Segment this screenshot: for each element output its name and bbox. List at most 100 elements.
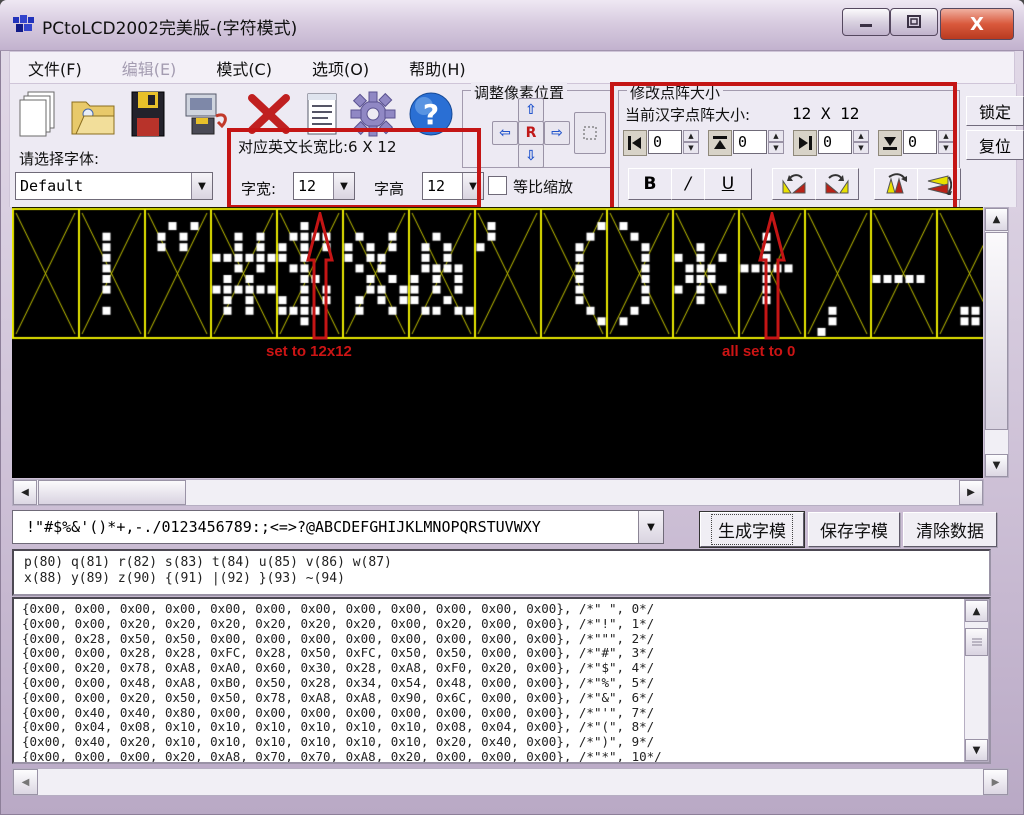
chevron-down-icon[interactable]: ▼ — [333, 173, 354, 199]
move-right-button[interactable]: ⇨ — [544, 121, 570, 145]
hex-output-line: {0x00, 0x04, 0x08, 0x10, 0x10, 0x10, 0x1… — [22, 720, 981, 735]
open-file-icon[interactable] — [68, 88, 118, 140]
rotate-left-button[interactable] — [772, 168, 816, 200]
chevron-down-icon[interactable]: ▼ — [462, 173, 483, 199]
reset-position-button[interactable]: R — [518, 121, 544, 145]
hex-output-line: {0x00, 0x20, 0x78, 0xA8, 0xA0, 0x60, 0x3… — [22, 661, 981, 676]
clear-data-button[interactable]: 清除数据 — [903, 512, 997, 547]
flip-horizontal-button[interactable] — [917, 168, 961, 200]
arrow-left-icon: ⇦ — [499, 125, 511, 141]
character-preview-canvas[interactable] — [12, 207, 983, 478]
scale-checkbox[interactable] — [488, 176, 507, 195]
reset-button[interactable]: 复位 — [966, 130, 1024, 160]
menu-item-0[interactable]: 文件(F) — [22, 54, 88, 82]
save-as-icon[interactable] — [182, 88, 232, 140]
save-font-button[interactable]: 保存字模 — [808, 512, 900, 547]
charset-value: !"#$%&'()*+,-./0123456789:;<=>?@ABCDEFGH… — [13, 518, 638, 536]
right-margin-stepper[interactable]: ▲▼ — [853, 130, 869, 154]
scroll-left-button[interactable]: ◀ — [13, 480, 37, 505]
top-margin-stepper[interactable]: ▲▼ — [768, 130, 784, 154]
right-margin-value[interactable]: 0 — [818, 130, 852, 154]
left-margin-value[interactable]: 0 — [648, 130, 682, 154]
minimize-button[interactable] — [842, 8, 890, 36]
spin-up-icon[interactable]: ▲ — [853, 130, 869, 142]
app-icon — [12, 12, 36, 36]
italic-button[interactable]: / — [671, 168, 705, 200]
title-bar[interactable]: PCtoLCD2002完美版-(字符模式) X — [0, 0, 1024, 51]
char-index-list[interactable]: p(80) q(81) r(82) s(83) t(84) u(85) v(86… — [12, 549, 991, 596]
left-margin-stepper[interactable]: ▲▼ — [683, 130, 699, 154]
scrollbar-thumb[interactable] — [965, 628, 988, 656]
menu-item-3[interactable]: 选项(O) — [306, 54, 375, 82]
menu-item-2[interactable]: 模式(C) — [210, 54, 278, 82]
arrow-down-icon: ▼ — [973, 745, 981, 756]
scroll-right-button[interactable]: ▶ — [983, 769, 1008, 795]
move-up-button[interactable]: ⇧ — [518, 98, 544, 122]
hex-output-line: {0x00, 0x00, 0x48, 0xA8, 0xB0, 0x50, 0x2… — [22, 676, 981, 691]
canvas-vertical-scrollbar[interactable]: ▲ ▼ — [984, 207, 1009, 478]
bottom-margin-stepper[interactable]: ▲▼ — [938, 130, 954, 154]
spin-down-icon[interactable]: ▼ — [938, 142, 954, 154]
underline-button[interactable]: U — [704, 168, 752, 200]
annotation-zero-note: all set to 0 — [722, 343, 795, 360]
grip-icon — [971, 637, 983, 647]
spin-up-icon[interactable]: ▲ — [938, 130, 954, 142]
char-width-combo[interactable]: 12 ▼ — [293, 172, 355, 200]
char-height-combo[interactable]: 12 ▼ — [422, 172, 484, 200]
move-left-button[interactable]: ⇦ — [492, 121, 518, 145]
toolbar: ? 请选择字体: Default ▼ 对应英文长宽比:6 X 12 字宽: 12… — [9, 84, 1017, 207]
arrow-up-icon: ▲ — [993, 214, 1001, 225]
bottom-margin-value[interactable]: 0 — [903, 130, 937, 154]
bold-button[interactable]: B — [628, 168, 672, 200]
char-height-label: 字高 — [374, 178, 404, 199]
flip-vertical-button[interactable] — [874, 168, 918, 200]
spin-down-icon[interactable]: ▼ — [853, 142, 869, 154]
scroll-left-button[interactable]: ◀ — [13, 769, 38, 795]
center-button[interactable] — [574, 112, 606, 154]
scroll-up-button[interactable]: ▲ — [985, 208, 1008, 231]
scroll-right-button[interactable]: ▶ — [959, 480, 983, 505]
flip-vertical-icon — [883, 173, 909, 195]
scrollbar-thumb[interactable] — [985, 232, 1008, 430]
lock-label: 锁定 — [979, 99, 1011, 123]
scroll-down-button[interactable]: ▼ — [985, 454, 1008, 477]
center-icon — [580, 123, 600, 143]
chevron-down-icon[interactable]: ▼ — [191, 173, 212, 199]
arrow-right-icon: ▶ — [967, 487, 975, 498]
flip-horizontal-icon — [926, 173, 952, 195]
char-index-line: p(80) q(81) r(82) s(83) t(84) u(85) v(86… — [24, 555, 979, 571]
delete-icon[interactable] — [244, 88, 294, 140]
current-matrix-label: 当前汉字点阵大小: — [625, 104, 750, 125]
spin-down-icon[interactable]: ▼ — [768, 142, 784, 154]
menu-item-4[interactable]: 帮助(H) — [403, 54, 472, 82]
close-button[interactable]: X — [940, 8, 1014, 40]
spin-up-icon[interactable]: ▲ — [768, 130, 784, 142]
chevron-down-icon[interactable]: ▼ — [638, 511, 663, 543]
font-select-combo[interactable]: Default ▼ — [15, 172, 213, 200]
scroll-down-button[interactable]: ▼ — [965, 739, 988, 761]
generate-font-button[interactable]: 生成字模 — [700, 512, 804, 547]
hex-output-area[interactable]: {0x00, 0x00, 0x00, 0x00, 0x00, 0x00, 0x0… — [12, 597, 991, 764]
help-icon[interactable]: ? — [406, 88, 456, 140]
new-file-icon[interactable] — [14, 88, 64, 140]
save-icon[interactable] — [124, 88, 174, 140]
maximize-button[interactable] — [890, 8, 938, 36]
canvas-horizontal-scrollbar[interactable]: ◀ ▶ — [12, 479, 984, 506]
top-margin-value[interactable]: 0 — [733, 130, 767, 154]
bottom-horizontal-scrollbar[interactable]: ◀ ▶ — [12, 768, 1009, 796]
charset-combo[interactable]: !"#$%&'()*+,-./0123456789:;<=>?@ABCDEFGH… — [12, 510, 664, 544]
hex-vertical-scrollbar[interactable]: ▲ ▼ — [964, 599, 989, 762]
settings-icon[interactable] — [348, 88, 398, 140]
rotate-right-button[interactable] — [815, 168, 859, 200]
annotation-set-note: set to 12x12 — [266, 343, 352, 360]
scrollbar-thumb[interactable] — [38, 480, 186, 505]
move-down-button[interactable]: ⇩ — [518, 144, 544, 168]
notes-icon[interactable] — [302, 88, 342, 140]
scroll-up-button[interactable]: ▲ — [965, 600, 988, 622]
spin-down-icon[interactable]: ▼ — [683, 142, 699, 154]
bottom-margin-spinner: 0 ▲▼ — [878, 130, 954, 156]
lock-button[interactable]: 锁定 — [966, 96, 1024, 126]
spin-up-icon[interactable]: ▲ — [683, 130, 699, 142]
english-ratio-label: 对应英文长宽比:6 X 12 — [238, 136, 397, 157]
arrow-down-icon: ▼ — [993, 460, 1001, 471]
